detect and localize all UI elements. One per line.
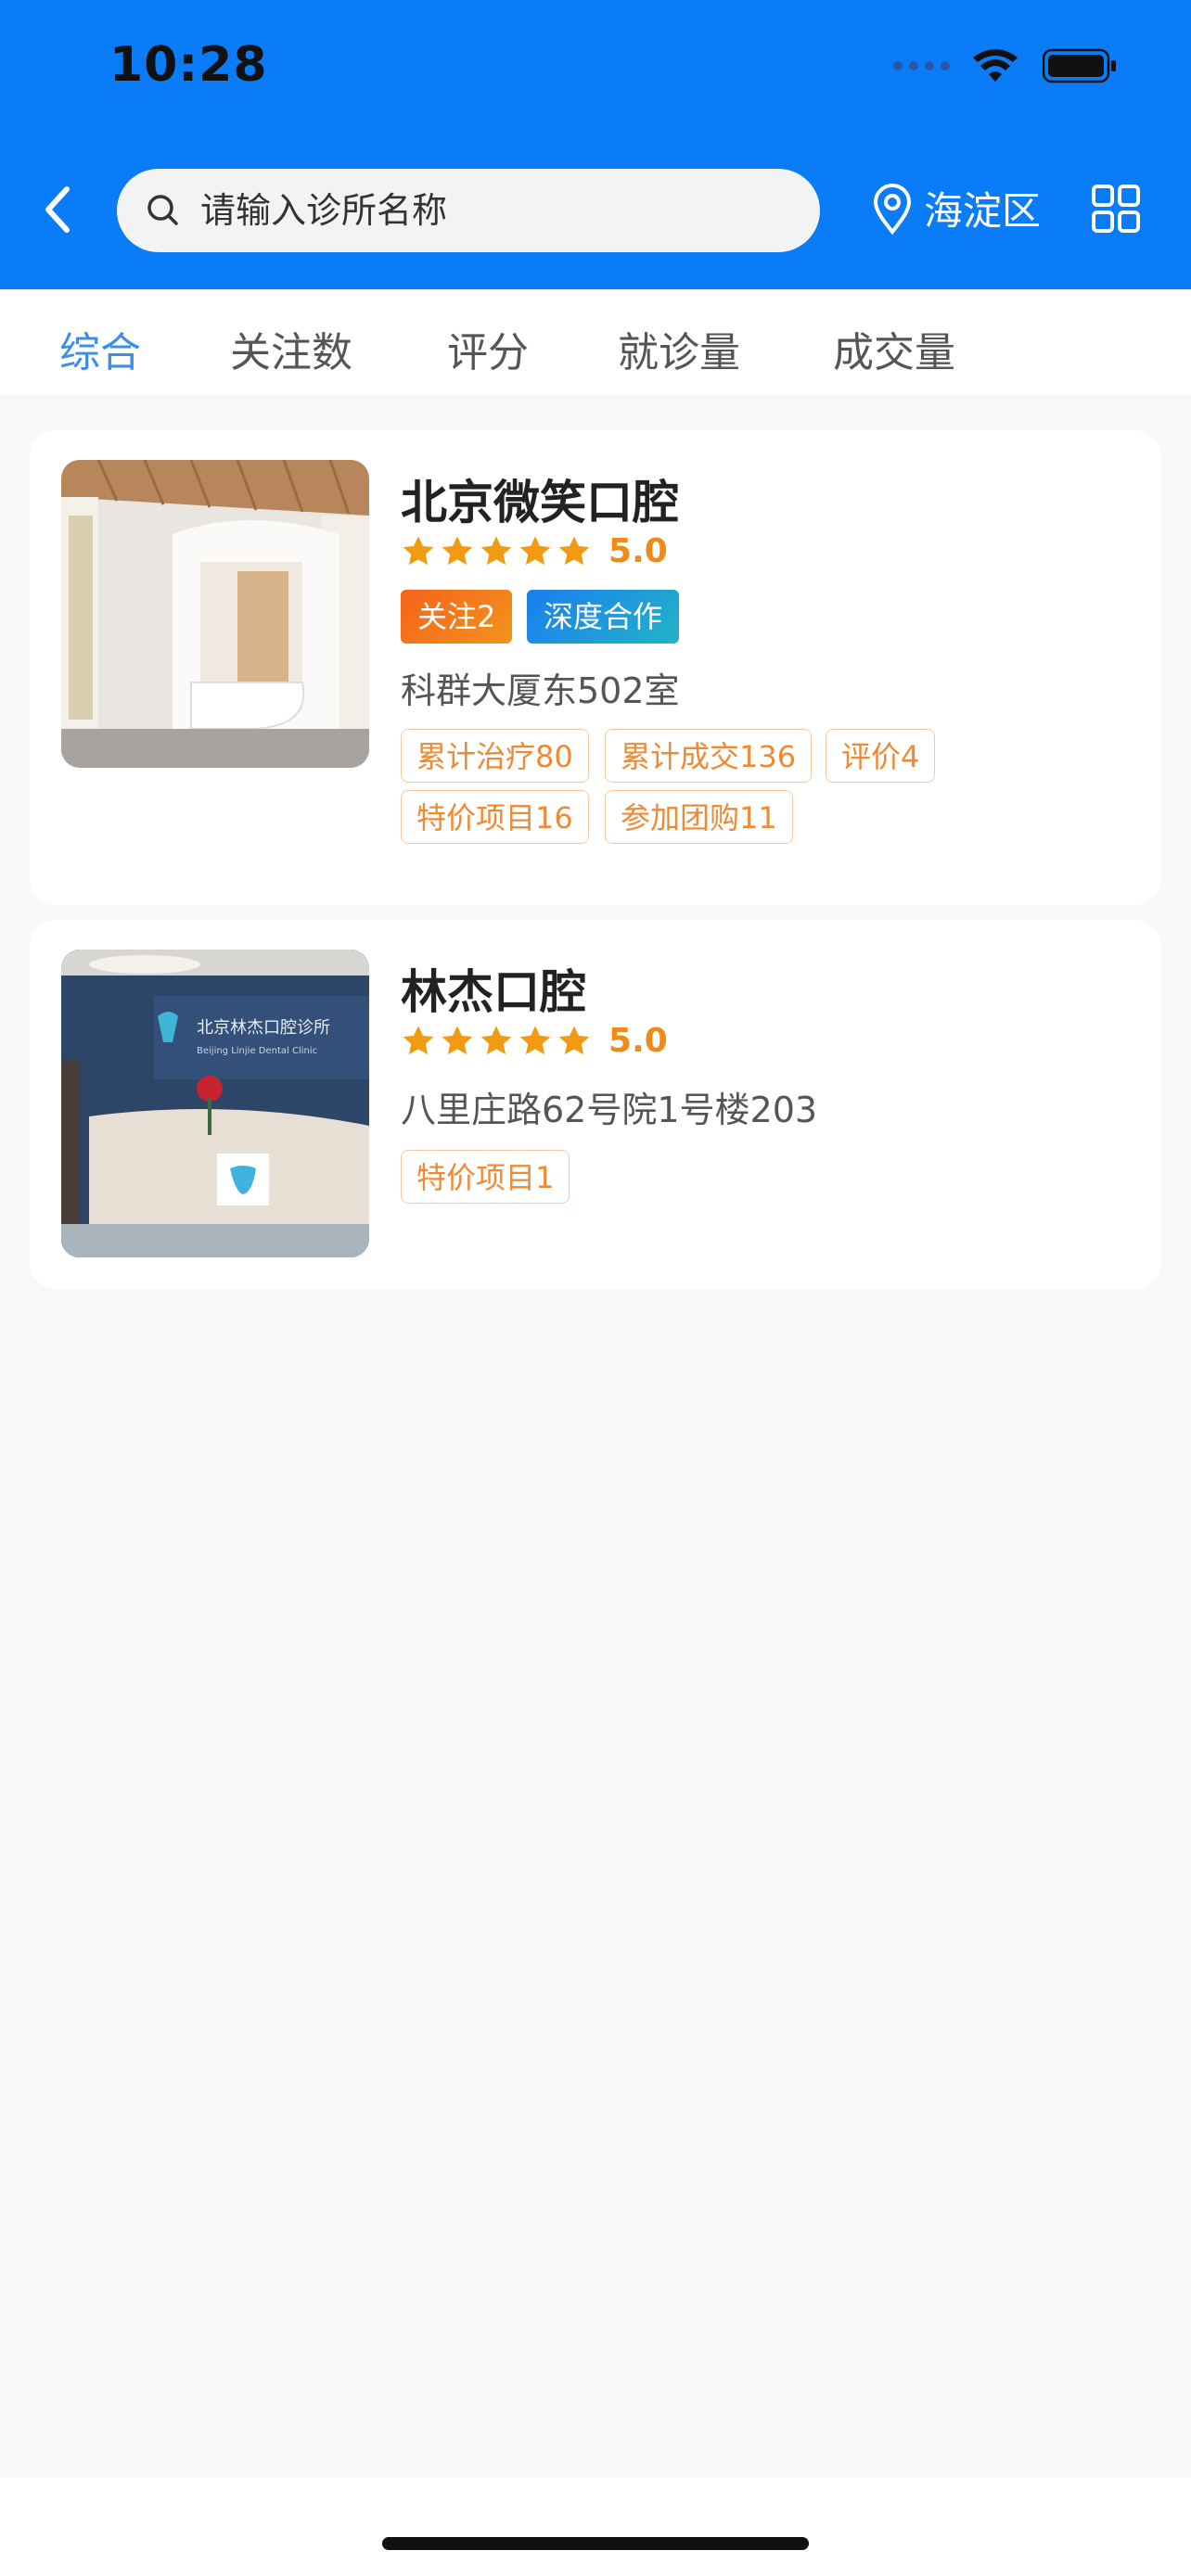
clinic-sign-text: 北京林杰口腔诊所 [197, 1018, 330, 1038]
clinic-name: 北京微笑口腔 [401, 476, 679, 529]
clinic-name: 林杰口腔 [401, 965, 586, 1019]
star-icon [558, 535, 590, 565]
star-icon [403, 535, 434, 565]
star-icon [519, 1025, 551, 1054]
stat-tag: 特价项目16 [401, 790, 589, 844]
grid-view-icon[interactable] [1091, 184, 1141, 234]
star-icon [480, 535, 512, 565]
cellular-signal-icon [893, 61, 950, 70]
location-pin-icon [873, 183, 912, 235]
clinic-sign-subtext: Beijing Linjie Dental Clinic [197, 1046, 317, 1056]
search-input[interactable] [198, 189, 759, 232]
wifi-icon [973, 49, 1018, 82]
home-indicator [382, 2537, 809, 2550]
tab-deals[interactable]: 成交量 [833, 319, 955, 378]
tab-rating[interactable]: 评分 [447, 319, 529, 378]
sort-tabs: 综合 关注数 评分 就诊量 成交量 [0, 289, 1191, 395]
follow-badge: 关注2 [401, 590, 513, 644]
tab-visits[interactable]: 就诊量 [618, 319, 740, 378]
battery-icon [1043, 48, 1116, 83]
star-rating: 5.0 [401, 1022, 668, 1060]
top-header: 10:28 海淀区 [0, 0, 1191, 289]
clinic-photo [61, 460, 369, 768]
stat-tag: 累计治疗80 [401, 729, 589, 783]
clinic-photo: 北京林杰口腔诊所 Beijing Linjie Dental Clinic [61, 950, 369, 1257]
tab-followers[interactable]: 关注数 [230, 319, 352, 378]
clinic-address: 科群大厦东502室 [401, 670, 680, 711]
back-arrow-icon[interactable] [37, 182, 82, 237]
clinic-card[interactable]: 北京林杰口腔诊所 Beijing Linjie Dental Clinic 林杰… [30, 920, 1161, 1289]
partner-badge: 深度合作 [527, 590, 680, 644]
stat-tag: 累计成交136 [605, 729, 813, 783]
star-icon [519, 535, 551, 565]
stat-tag: 评价4 [826, 729, 936, 783]
location-selector[interactable]: 海淀区 [872, 180, 1041, 236]
status-time: 10:28 [109, 37, 268, 93]
star-icon [480, 1025, 512, 1054]
rating-value: 5.0 [608, 532, 668, 570]
clinic-address: 八里庄路62号院1号楼203 [401, 1090, 818, 1130]
star-rating: 5.0 [401, 532, 668, 570]
star-icon [558, 1025, 590, 1054]
clinic-card[interactable]: 北京微笑口腔 5.0 关注2 深度合作 科群大厦东502室 累计治疗80 累计成… [30, 430, 1161, 905]
stat-tag: 参加团购11 [605, 790, 793, 844]
bottom-safe-area [0, 2478, 1191, 2576]
status-icons [893, 48, 1117, 83]
location-label: 海淀区 [924, 188, 1042, 234]
tab-overall[interactable]: 综合 [59, 319, 141, 378]
star-icon [442, 535, 473, 565]
search-icon [147, 195, 178, 225]
search-bar[interactable] [117, 169, 820, 252]
star-icon [442, 1025, 473, 1054]
rating-value: 5.0 [608, 1022, 668, 1060]
star-icon [403, 1025, 434, 1054]
stat-tag: 特价项目1 [401, 1150, 570, 1204]
